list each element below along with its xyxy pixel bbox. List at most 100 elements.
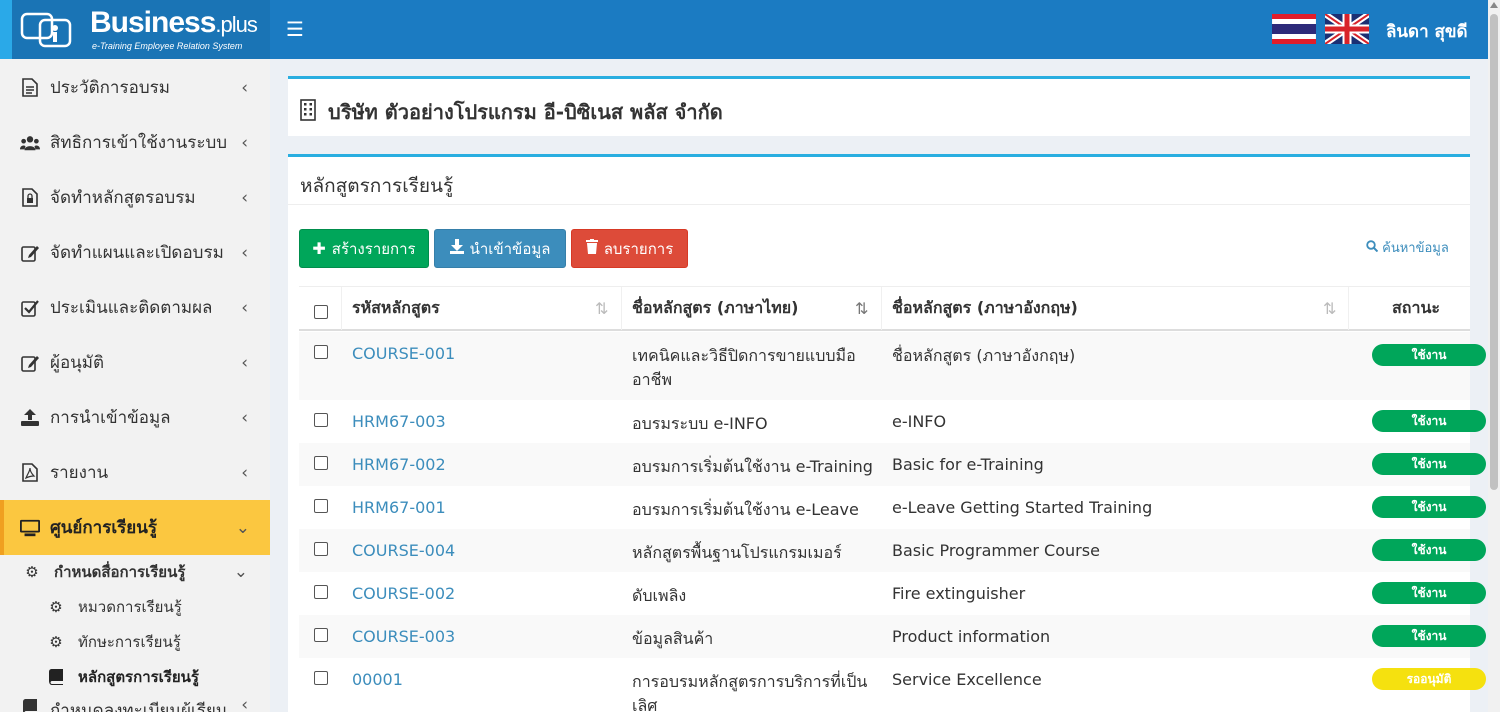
sort-icon[interactable]: ⇅ (595, 299, 608, 318)
page-scrollbar[interactable] (1488, 0, 1500, 712)
menu-toggle-icon[interactable]: ☰ (286, 17, 304, 41)
row-checkbox[interactable] (314, 671, 328, 685)
table-row[interactable]: COURSE-002 ดับเพลิง Fire extinguisher ใช… (299, 572, 1486, 615)
sidebar-item-label: ผู้อนุมัติ (50, 353, 105, 373)
course-name-th: อบรมระบบ e-INFO (632, 414, 768, 433)
course-code-link[interactable]: COURSE-003 (352, 627, 455, 646)
course-name-th: การอบรมหลักสูตรการบริการที่เป็น (632, 672, 868, 691)
logo[interactable]: Business.plus e-Training Employee Relati… (0, 0, 270, 59)
row-checkbox-cell (314, 628, 328, 642)
logo-text-main: Business (90, 6, 216, 39)
course-list-panel: หลักสูตรการเรียนรู้ ✚ สร้างรายการ นำเข้า… (288, 154, 1486, 712)
course-code-link[interactable]: COURSE-001 (352, 344, 455, 363)
table-row[interactable]: COURSE-003 ข้อมูลสินค้า Product informat… (299, 615, 1486, 658)
sidebar-subgroup-label: กำหนดสื่อการเรียนรู้ (54, 562, 186, 581)
sidebar-item-learner-registration[interactable]: กำหนดลงทะเบียนผู้เรียน ‹ (0, 693, 270, 712)
table-row[interactable]: HRM67-002 อบรมการเริ่มต้นใช้งาน e-Traini… (299, 443, 1486, 486)
plus-icon: ✚ (312, 239, 326, 258)
table-row[interactable]: HRM67-003 อบรมระบบ e-INFO e-INFO ใช้งาน (299, 400, 1486, 443)
column-separator (621, 287, 622, 330)
course-name-th: อบรมการเริ่มต้นใช้งาน e-Training (632, 457, 873, 476)
column-header-name-en[interactable]: ชื่อหลักสูตร (ภาษาอังกฤษ) (892, 287, 1078, 330)
sidebar-item-approver[interactable]: ผู้อนุมัติ ‹ (0, 335, 270, 390)
gear-icon: ⚙ (49, 597, 63, 616)
course-name-th: ข้อมูลสินค้า (632, 629, 714, 648)
sidebar-item-access-rights[interactable]: สิทธิการเข้าใช้งานระบบ ‹ (0, 115, 270, 170)
scroll-up-arrow-icon[interactable] (1490, 2, 1498, 8)
sidebar-subitem-learning-course[interactable]: หลักสูตรการเรียนรู้ (0, 659, 270, 694)
uk-flag-icon[interactable] (1325, 14, 1369, 44)
sidebar-item-plan-training[interactable]: จัดทำแผนและเปิดอบรม ‹ (0, 225, 270, 280)
search-link-label: ค้นหาข้อมูล (1382, 241, 1449, 256)
create-button[interactable]: ✚ สร้างรายการ (299, 229, 429, 268)
sidebar-subitem-learning-skill[interactable]: ⚙ ทักษะการเรียนรู้ (0, 624, 270, 659)
company-title: บริษัท ตัวอย่างโปรแกรม อี-บิซิเนส พลัส จ… (328, 100, 723, 124)
sidebar-subitem-label: ทักษะการเรียนรู้ (78, 632, 181, 651)
course-name-en: Fire extinguisher (892, 584, 1026, 603)
sidebar-item-data-import[interactable]: การนำเข้าข้อมูล ‹ (0, 390, 270, 445)
panel-divider (288, 204, 1470, 205)
course-name-en: e-Leave Getting Started Training (892, 498, 1153, 517)
search-link[interactable]: ค้นหาข้อมูล (1366, 237, 1449, 258)
course-name-en: Basic Programmer Course (892, 541, 1100, 560)
sidebar-item-label: ศูนย์การเรียนรู้ (50, 518, 157, 538)
sort-desc-icon[interactable]: ⇅ (855, 299, 868, 318)
column-separator (881, 287, 882, 330)
logo-subtitle: e-Training Employee Relation System (92, 41, 243, 51)
row-checkbox-cell (314, 456, 328, 470)
row-checkbox[interactable] (314, 345, 328, 359)
chevron-left-icon: ‹ (241, 242, 248, 263)
sidebar-item-label: รายงาน (50, 463, 109, 483)
course-code-link[interactable]: 00001 (352, 670, 403, 689)
table-row[interactable]: HRM67-001 อบรมการเริ่มต้นใช้งาน e-Leave … (299, 486, 1486, 529)
column-header-code[interactable]: รหัสหลักสูตร (352, 287, 440, 330)
row-checkbox[interactable] (314, 499, 328, 513)
sidebar-item-evaluation[interactable]: ประเมินและติดตามผล ‹ (0, 280, 270, 335)
sidebar-subgroup-learning-media[interactable]: ⚙ กำหนดสื่อการเรียนรู้ ⌄ (0, 554, 270, 589)
chevron-left-icon: ‹ (241, 132, 248, 153)
row-checkbox-cell (314, 671, 328, 685)
row-checkbox-cell (314, 585, 328, 599)
select-all-checkbox[interactable] (314, 304, 328, 319)
scroll-thumb[interactable] (1490, 14, 1498, 490)
column-header-name-th[interactable]: ชื่อหลักสูตร (ภาษาไทย) (632, 287, 798, 330)
create-button-label: สร้างรายการ (331, 239, 416, 258)
course-name-th: ดับเพลิง (632, 586, 687, 605)
pdf-icon (20, 463, 40, 483)
users-icon (20, 133, 40, 153)
import-button[interactable]: นำเข้าข้อมูล (434, 229, 566, 268)
row-checkbox[interactable] (314, 628, 328, 642)
sidebar-item-training-history[interactable]: ประวัติการอบรม ‹ (0, 60, 270, 115)
course-code-link[interactable]: HRM67-001 (352, 498, 446, 517)
sort-icon[interactable]: ⇅ (1323, 299, 1336, 318)
user-name[interactable]: ลินดา สุขดี (1386, 18, 1468, 45)
table-row[interactable]: COURSE-004 หลักสูตรพื้นฐานโปรแกรมเมอร์ B… (299, 529, 1486, 572)
sidebar-item-learning-center[interactable]: ศูนย์การเรียนรู้ ⌄ (0, 500, 270, 555)
row-checkbox-cell (314, 499, 328, 513)
gear-icon: ⚙ (49, 632, 63, 651)
thai-flag-icon[interactable] (1272, 14, 1316, 44)
row-checkbox-cell (314, 542, 328, 556)
row-checkbox[interactable] (314, 413, 328, 427)
course-code-link[interactable]: HRM67-002 (352, 455, 446, 474)
table-row[interactable]: 00001 การอบรมหลักสูตรการบริการที่เป็น เล… (299, 658, 1486, 712)
sidebar-item-course-setup[interactable]: จัดทำหลักสูตรอบรม ‹ (0, 170, 270, 225)
sidebar-subitem-learning-category[interactable]: ⚙ หมวดการเรียนรู้ (0, 589, 270, 624)
table-row[interactable]: COURSE-001 เทคนิคและวิธีปิดการขายแบบมือ … (299, 332, 1486, 400)
row-checkbox[interactable] (314, 585, 328, 599)
table-header: รหัสหลักสูตร ⇅ ชื่อหลักสูตร (ภาษาไทย) ⇅ … (299, 286, 1470, 331)
delete-button[interactable]: ลบรายการ (571, 229, 688, 268)
sidebar-item-reports[interactable]: รายงาน ‹ (0, 445, 270, 500)
row-checkbox[interactable] (314, 542, 328, 556)
logo-text: Business.plus (90, 6, 258, 40)
book-icon (46, 667, 66, 687)
document-icon (20, 78, 40, 98)
course-name-en: e-INFO (892, 412, 947, 431)
course-code-link[interactable]: COURSE-002 (352, 584, 455, 603)
status-badge: ใช้งาน (1372, 410, 1486, 432)
row-checkbox[interactable] (314, 456, 328, 470)
column-header-status[interactable]: สถานะ (1392, 287, 1440, 330)
course-code-link[interactable]: HRM67-003 (352, 412, 446, 431)
course-code-link[interactable]: COURSE-004 (352, 541, 455, 560)
chevron-down-icon: ⌄ (235, 517, 250, 538)
